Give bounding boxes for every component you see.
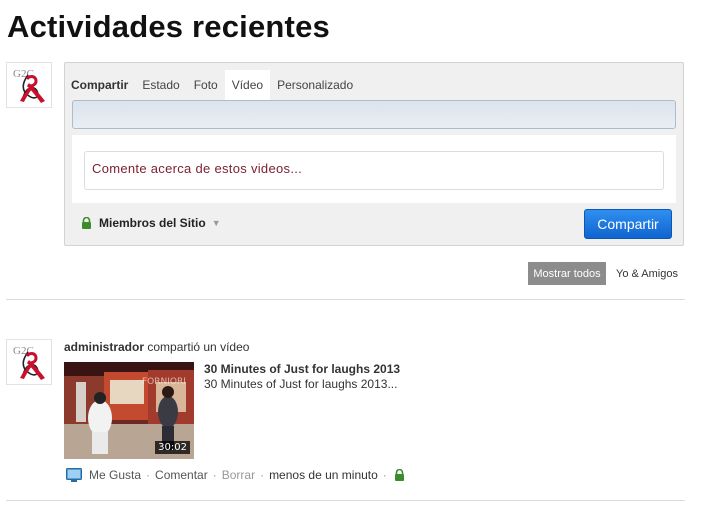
feed-actions: Me Gusta · Comentar · Borrar · menos de … <box>66 468 405 482</box>
share-composer: Compartir Estado Foto Vídeo Personalizad… <box>64 62 684 246</box>
privacy-selector[interactable]: Miembros del Sitio ▼ <box>81 216 221 230</box>
like-link[interactable]: Me Gusta <box>89 468 141 482</box>
tab-custom[interactable]: Personalizado <box>270 70 360 100</box>
divider <box>6 299 685 300</box>
svg-text:FORNIORI: FORNIORI <box>142 377 186 387</box>
tab-video[interactable]: Vídeo <box>224 70 271 100</box>
privacy-label: Miembros del Sitio <box>99 216 206 230</box>
svg-text:G2C: G2C <box>13 345 34 357</box>
video-url-input[interactable] <box>72 100 676 129</box>
g2c-logo-icon: G2C <box>13 68 45 103</box>
chevron-down-icon: ▼ <box>211 218 221 228</box>
comment-link[interactable]: Comentar <box>155 468 208 482</box>
filter-me-and-friends[interactable]: Yo & Amigos <box>612 262 682 285</box>
video-tv-icon <box>66 468 82 482</box>
divider <box>6 500 685 501</box>
svg-text:G2C: G2C <box>13 68 34 80</box>
comment-input[interactable]: Comente acerca de estos videos... <box>84 151 664 190</box>
video-description: 30 Minutes of Just for laughs 2013... <box>204 377 398 391</box>
separator: · <box>260 468 265 482</box>
timestamp: menos de un minuto <box>269 468 378 482</box>
avatar[interactable]: G2C <box>6 339 52 385</box>
feed-action-text: compartió un vídeo <box>147 340 250 354</box>
composer-tabs: Compartir Estado Foto Vídeo Personalizad… <box>65 70 360 100</box>
delete-link[interactable]: Borrar <box>222 468 255 482</box>
video-title-link[interactable]: 30 Minutes of Just for laughs 2013 <box>204 362 400 376</box>
video-duration: 30:02 <box>155 441 190 454</box>
filter-show-all[interactable]: Mostrar todos <box>528 262 606 285</box>
feed-user-link[interactable]: administrador <box>64 340 144 354</box>
page-title: Actividades recientes <box>7 9 330 44</box>
lock-icon <box>394 469 405 481</box>
separator: · <box>146 468 151 482</box>
tab-photo[interactable]: Foto <box>187 70 225 100</box>
separator: · <box>212 468 217 482</box>
tab-status[interactable]: Estado <box>135 70 186 100</box>
separator: · <box>382 468 387 482</box>
avatar[interactable]: G2C <box>6 62 52 108</box>
share-button[interactable]: Compartir <box>584 209 672 239</box>
g2c-logo-icon: G2C <box>13 345 45 380</box>
feed-item-header: administrador compartió un vídeo <box>64 340 249 354</box>
tab-share[interactable]: Compartir <box>65 70 135 100</box>
lock-icon <box>81 217 92 229</box>
video-thumbnail[interactable]: FORNIORI 30:02 <box>64 362 194 459</box>
comment-area: Comente acerca de estos videos... <box>72 135 676 203</box>
